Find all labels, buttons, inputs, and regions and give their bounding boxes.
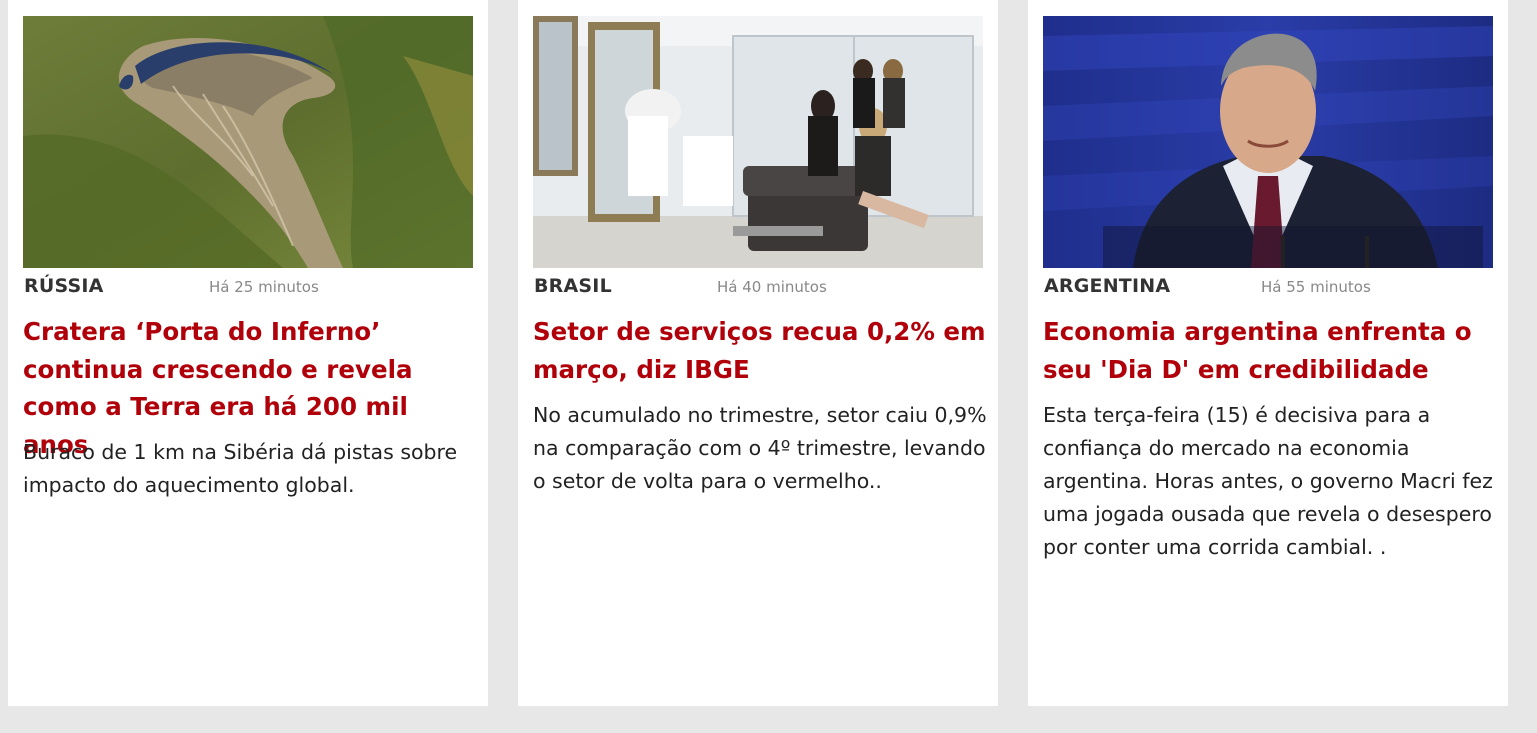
news-card[interactable]: BRASIL Há 40 minutos Setor de serviços r… — [518, 0, 998, 706]
salon-photo[interactable] — [533, 16, 983, 268]
article-summary: Esta terça-feira (15) é decisiva para a … — [1043, 403, 1493, 559]
article-meta: RÚSSIA Há 25 minutos — [23, 275, 473, 301]
article-summary: No acumulado no trimestre, setor caiu 0,… — [533, 403, 987, 493]
speaker-photo[interactable] — [1043, 16, 1493, 268]
article-summary: Buraco de 1 km na Sibéria dá pistas sobr… — [23, 440, 458, 497]
article-headline[interactable]: Economia argentina enfrenta o seu 'Dia D… — [1043, 313, 1498, 388]
category-label[interactable]: ARGENTINA — [1044, 275, 1170, 297]
category-label[interactable]: RÚSSIA — [24, 275, 104, 297]
timestamp: Há 55 minutos — [1261, 278, 1371, 296]
article-meta: ARGENTINA Há 55 minutos — [1043, 275, 1493, 301]
crater-photo[interactable] — [23, 16, 473, 268]
category-label[interactable]: BRASIL — [534, 275, 612, 297]
timestamp: Há 40 minutos — [717, 278, 827, 296]
news-card[interactable]: ARGENTINA Há 55 minutos Economia argenti… — [1028, 0, 1508, 706]
news-card[interactable]: RÚSSIA Há 25 minutos Cratera ‘Porta do I… — [8, 0, 488, 706]
article-headline[interactable]: Setor de serviços recua 0,2% em março, d… — [533, 313, 988, 388]
article-meta: BRASIL Há 40 minutos — [533, 275, 983, 301]
timestamp: Há 25 minutos — [209, 278, 319, 296]
